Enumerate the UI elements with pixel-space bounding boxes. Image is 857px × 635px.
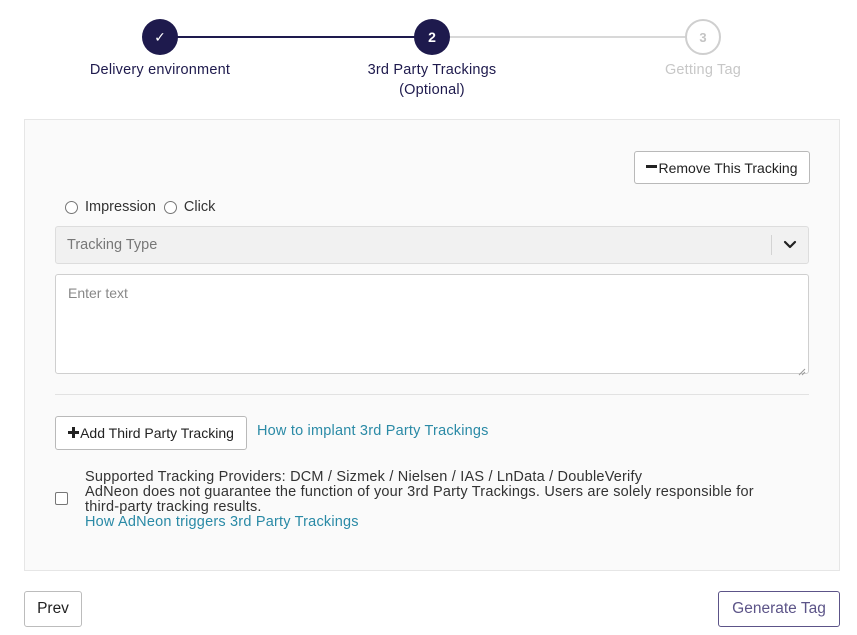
minus-icon bbox=[646, 159, 658, 176]
step-1-check-icon[interactable]: ✓ bbox=[142, 19, 178, 55]
prev-button[interactable]: Prev bbox=[24, 591, 82, 627]
click-radio[interactable] bbox=[163, 200, 177, 214]
page: ✓ 2 3 Delivery environment 3rd Party Tra… bbox=[0, 0, 857, 635]
resize-grip-icon[interactable] bbox=[798, 363, 806, 376]
tracking-type-placeholder: Tracking Type bbox=[67, 237, 158, 253]
tracking-event-radio-group: Impression Click bbox=[65, 198, 223, 216]
stepper-line-pending bbox=[432, 36, 703, 38]
add-third-party-tracking-button[interactable]: Add Third Party Tracking bbox=[55, 416, 247, 450]
step-1-label: Delivery environment bbox=[89, 62, 231, 78]
click-radio-label[interactable]: Click bbox=[184, 199, 215, 215]
tracking-type-select[interactable]: Tracking Type bbox=[55, 226, 809, 264]
tracking-panel: Remove This Tracking Impression Click Tr… bbox=[24, 119, 840, 571]
disclaimer-text-line1: AdNeon does not guarantee the function o… bbox=[85, 484, 754, 500]
remove-tracking-button[interactable]: Remove This Tracking bbox=[634, 151, 810, 184]
chevron-down-icon[interactable] bbox=[782, 236, 798, 252]
stepper: ✓ 2 3 Delivery environment 3rd Party Tra… bbox=[0, 0, 857, 110]
impression-radio-label[interactable]: Impression bbox=[85, 199, 156, 215]
implant-trackings-link[interactable]: How to implant 3rd Party Trackings bbox=[257, 423, 489, 439]
step-2-label-line1: 3rd Party Trackings bbox=[367, 62, 497, 78]
step-3-marker: 3 bbox=[685, 19, 721, 55]
select-separator bbox=[771, 235, 772, 255]
step-2-label: 3rd Party Trackings (Optional) bbox=[332, 60, 532, 100]
generate-tag-button[interactable]: Generate Tag bbox=[718, 591, 840, 627]
step-3-label: Getting Tag bbox=[664, 62, 742, 78]
tracking-notice: Supported Tracking Providers: DCM / Sizm… bbox=[85, 470, 805, 530]
supported-providers-text: Supported Tracking Providers: DCM / Sizm… bbox=[85, 469, 643, 485]
stepper-line-completed bbox=[160, 36, 432, 38]
step-2-label-line2: (Optional) bbox=[399, 82, 465, 98]
step-2-marker[interactable]: 2 bbox=[414, 19, 450, 55]
section-divider bbox=[55, 394, 809, 395]
acknowledge-checkbox[interactable] bbox=[55, 492, 68, 505]
disclaimer-text-line2: third-party tracking results. bbox=[85, 499, 262, 515]
add-third-party-tracking-label: Add Third Party Tracking bbox=[80, 425, 234, 441]
tracking-code-placeholder: Enter text bbox=[68, 285, 128, 301]
impression-radio[interactable] bbox=[65, 200, 78, 214]
tracking-code-textarea[interactable]: Enter text bbox=[55, 274, 809, 376]
remove-tracking-label: Remove This Tracking bbox=[658, 159, 798, 176]
plus-icon bbox=[68, 425, 80, 442]
how-adneon-triggers-link[interactable]: How AdNeon triggers 3rd Party Trackings bbox=[85, 515, 805, 530]
